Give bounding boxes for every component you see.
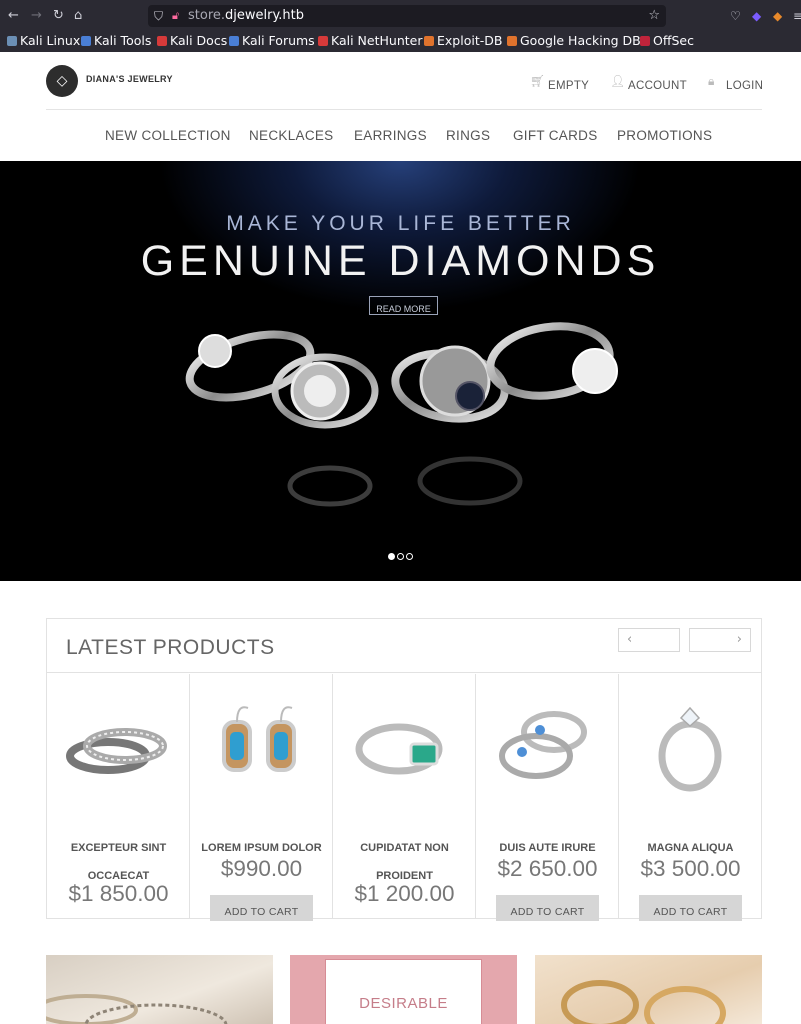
promo-banner-desirable[interactable]: DESIRABLE [290,955,517,1024]
bookmark-item[interactable]: Kali Docs [157,32,227,50]
forward-icon[interactable]: → [31,8,42,24]
nav-earrings[interactable]: EARRINGS [354,128,427,143]
bookmark-favicon-icon [640,36,650,46]
chevron-left-icon: ‹ [627,632,633,647]
login-label: LOGIN [726,80,764,92]
reload-icon[interactable]: ↻ [53,8,64,24]
promo-gold-rings-image [561,980,726,1024]
next-button[interactable]: › [689,628,751,652]
url-text[interactable]: store.djewelry.htb [188,5,304,27]
cart-label: EMPTY [548,80,590,92]
promo-banner-bracelets[interactable] [46,955,273,1024]
slider-dots [388,545,415,564]
promo-bracelets-image [46,994,228,1024]
store-page: ◇ DIANA'S JEWELRY 🛒︎ EMPTY 👤︎ ACCOUNT 🔒︎… [0,52,801,1024]
account-link[interactable]: 👤︎ ACCOUNT [610,74,687,92]
cart-link[interactable]: 🛒︎ EMPTY [530,74,590,92]
bookmark-item[interactable]: Exploit-DB [424,32,502,50]
bookmark-favicon-icon [157,36,167,46]
promo-frame [325,959,482,1024]
menu-icon[interactable]: ≡ [793,8,801,24]
browser-toolbar: ← → ↻ ⌂ ⛉ 🔓︎ store.djewelry.htb ☆ ♡ ◆ ◆ … [0,0,801,32]
product-image-emerald-ring [355,723,443,775]
hero-title: GENUINE DIAMONDS [140,237,661,285]
brand-name[interactable]: DIANA'S JEWELRY [86,74,173,84]
product-image-blue-stone-rings [499,711,587,779]
bookmark-label: Kali Forums [242,33,315,48]
add-to-cart-button[interactable]: ADD TO CART [210,895,313,921]
bookmark-favicon-icon [507,36,517,46]
nav-necklaces[interactable]: NECKLACES [249,128,333,143]
slide-dot-3[interactable] [406,553,413,560]
add-to-cart-button[interactable]: ADD TO CART [496,895,599,921]
product-price: $1 200.00 [354,881,455,906]
logo-diamond-icon[interactable]: ◇ [46,65,78,97]
bookmark-item[interactable]: Google Hacking DB [507,32,641,50]
product-price: $1 850.00 [68,881,169,906]
product-image-stacked-rings [66,728,167,774]
bookmark-label: Kali Linux [20,33,81,48]
slide-dot-1[interactable] [388,553,395,560]
hero-subtitle: MAKE YOUR LIFE BETTER [226,212,575,235]
cart-icon: 🛒︎ [530,74,546,88]
account-label: ACCOUNT [628,80,687,92]
nav-promotions[interactable]: PROMOTIONS [617,128,712,143]
bookmark-favicon-icon [424,36,434,46]
user-icon: 👤︎ [610,74,626,88]
bookmark-item[interactable]: Kali Tools [81,32,151,50]
insecure-lock-icon[interactable]: 🔓︎ [172,5,179,27]
wappalyzer-icon[interactable]: ◆ [773,8,782,24]
hero-rings-image [185,322,618,507]
product-price: $3 500.00 [640,856,741,881]
promo-banner-gold-rings[interactable] [535,955,762,1024]
product-card[interactable]: LOREM IPSUM DOLOR $990.00 ADD TO CART [190,674,333,921]
bookmark-favicon-icon [229,36,239,46]
product-image-solitaire-ring [658,706,722,792]
slide-dot-2[interactable] [397,553,404,560]
bookmark-label: Kali Tools [94,33,152,48]
bookmark-favicon-icon [7,36,17,46]
nav-rings[interactable]: RINGS [446,128,490,143]
bookmark-label: Exploit-DB [437,33,503,48]
shield-icon[interactable]: ⛉ [154,5,163,27]
nav-gift-cards[interactable]: GIFT CARDS [513,128,598,143]
home-icon[interactable]: ⌂ [74,8,82,24]
product-price: $2 650.00 [497,856,598,881]
products-title: LATEST PRODUCTS [66,636,275,659]
product-image-blue-earrings [222,706,296,772]
bookmark-label: Kali NetHunter [331,33,423,48]
bookmark-label: OffSec [653,33,694,48]
product-card[interactable]: DUIS AUTE IRURE $2 650.00 ADD TO CART [476,674,619,921]
bookmark-item[interactable]: OffSec [640,32,694,50]
bookmark-favicon-icon [81,36,91,46]
bookmark-item[interactable]: Kali Forums [229,32,315,50]
bookmark-item[interactable]: Kali Linux [7,32,80,50]
header-divider [46,109,762,110]
bookmark-favicon-icon [318,36,328,46]
address-bar[interactable]: ⛉ 🔓︎ store.djewelry.htb ☆ [148,5,666,27]
pocket-icon[interactable]: ♡ [730,8,741,24]
bookmark-label: Google Hacking DB [520,33,641,48]
nav-new-collection[interactable]: NEW COLLECTION [105,128,231,143]
bookmark-label: Kali Docs [170,33,228,48]
chevron-right-icon: › [736,632,742,647]
bookmark-item[interactable]: Kali NetHunter [318,32,422,50]
extension-icon[interactable]: ◆ [752,8,761,24]
bookmark-star-icon[interactable]: ☆ [648,5,660,27]
bookmarks-bar: Kali Linux Kali Tools Kali Docs Kali Forums… [0,32,801,52]
products-header: LATEST PRODUCTS ‹ › [47,619,761,673]
hero-slider[interactable]: MAKE YOUR LIFE BETTER GENUINE DIAMONDS R… [0,161,801,581]
lock-icon: 🔒︎ [708,74,715,88]
product-card[interactable]: EXCEPTEUR SINT OCCAECAT $1 850.00 [47,674,190,919]
login-link[interactable]: 🔒︎ LOGIN [708,74,764,92]
add-to-cart-button[interactable]: ADD TO CART [639,895,742,921]
prev-button[interactable]: ‹ [618,628,680,652]
product-price: $990.00 [220,856,303,881]
promo-label: DESIRABLE [359,995,448,1012]
latest-products: LATEST PRODUCTS ‹ › EXCEPTEUR SINT OCCAE… [46,618,762,921]
product-card[interactable]: CUPIDATAT NON PROIDENT $1 200.00 [333,674,476,919]
product-card[interactable]: MAGNA ALIQUA $3 500.00 ADD TO CART [619,674,762,921]
back-icon[interactable]: ← [8,8,19,24]
